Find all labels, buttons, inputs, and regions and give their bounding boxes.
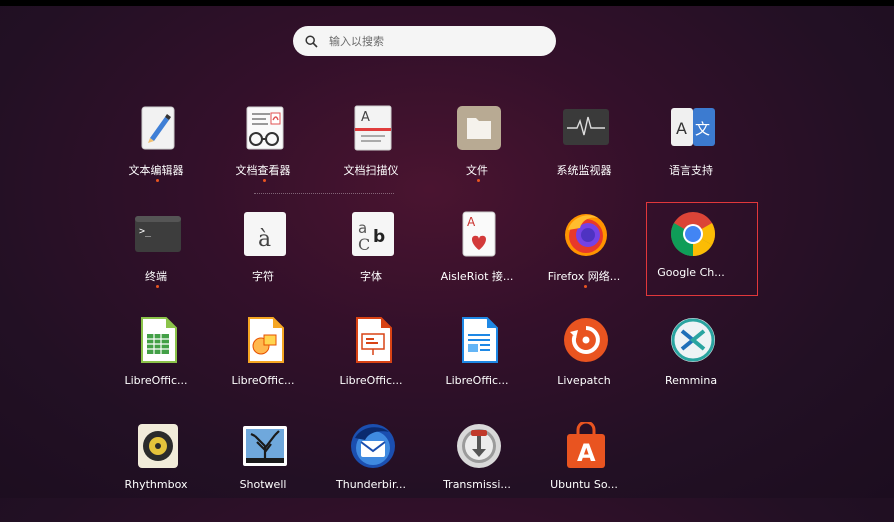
transmission-icon <box>457 424 501 468</box>
app-libreoffice-writer[interactable]: LibreOffic... <box>424 316 530 416</box>
app-label: Thunderbir... <box>336 478 406 491</box>
language-support-icon: A 文 <box>671 108 715 146</box>
app-label: 文档查看器 <box>235 164 291 177</box>
app-transmission[interactable]: Transmissi... <box>424 422 530 522</box>
libreoffice-calc-icon <box>141 317 177 363</box>
app-label: AisleRiot 接... <box>440 270 514 283</box>
characters-icon: à <box>244 212 286 256</box>
shotwell-icon <box>243 426 287 466</box>
app-label: Transmissi... <box>443 478 511 491</box>
app-label: 文件 <box>466 164 488 177</box>
running-indicator <box>477 179 480 182</box>
svg-text:b: b <box>373 227 385 247</box>
svg-text:文: 文 <box>695 120 710 138</box>
remmina-icon <box>671 318 715 362</box>
livepatch-icon <box>564 318 608 362</box>
app-libreoffice-impress[interactable]: LibreOffic... <box>318 316 424 416</box>
svg-text:C: C <box>358 235 370 254</box>
app-label: Google Ch... <box>657 266 725 279</box>
app-text-editor[interactable]: 文本编辑器 <box>103 104 209 204</box>
system-monitor-icon <box>563 109 609 145</box>
app-label: Shotwell <box>239 478 287 491</box>
app-label: 语言支持 <box>669 164 713 177</box>
app-language-support[interactable]: A 文 语言支持 <box>638 104 744 204</box>
running-indicator <box>156 179 159 182</box>
fonts-icon: a C b <box>352 212 394 256</box>
app-livepatch[interactable]: Livepatch <box>531 316 637 416</box>
libreoffice-draw-icon <box>248 317 284 363</box>
app-rhythmbox[interactable]: Rhythmbox <box>103 422 209 522</box>
app-firefox[interactable]: Firefox 网络... <box>531 210 637 310</box>
app-label: 字体 <box>360 270 382 283</box>
app-label: Rhythmbox <box>124 478 188 491</box>
app-label: Remmina <box>664 374 718 387</box>
svg-text:A: A <box>361 110 370 125</box>
app-label: Livepatch <box>557 374 611 387</box>
app-label: 终端 <box>145 270 167 283</box>
app-grid: 文本编辑器 文档查看器 A 文档扫描仪 文件 系统监视器 A 文 语言支持 >_… <box>0 0 894 498</box>
app-fonts[interactable]: a C b 字体 <box>318 210 424 310</box>
aisleriot-icon: A <box>462 211 496 257</box>
app-ubuntu-software[interactable]: A Ubuntu So... <box>531 422 637 522</box>
app-label: 系统监视器 <box>556 164 612 177</box>
app-label: LibreOffic... <box>445 374 509 387</box>
running-indicator <box>584 285 587 288</box>
app-google-chrome[interactable]: Google Ch... <box>638 210 744 310</box>
app-terminal[interactable]: >_ 终端 <box>103 210 209 310</box>
app-aisleriot[interactable]: A AisleRiot 接... <box>424 210 530 310</box>
svg-text:>_: >_ <box>139 226 152 237</box>
app-label: 文本编辑器 <box>128 164 184 177</box>
libreoffice-writer-icon <box>462 317 498 363</box>
files-icon <box>457 106 501 150</box>
svg-text:A: A <box>676 119 687 138</box>
app-label: 字符 <box>252 270 274 283</box>
app-document-scanner[interactable]: A 文档扫描仪 <box>318 104 424 204</box>
firefox-icon <box>565 214 607 256</box>
svg-text:A: A <box>467 215 476 229</box>
app-system-monitor[interactable]: 系统监视器 <box>531 104 637 204</box>
google-chrome-icon <box>671 212 715 256</box>
app-thunderbird[interactable]: Thunderbir... <box>318 422 424 522</box>
app-label: Ubuntu So... <box>550 478 618 491</box>
libreoffice-impress-icon <box>356 317 392 363</box>
document-viewer-icon <box>246 106 284 150</box>
thunderbird-icon <box>351 424 395 468</box>
app-label: Firefox 网络... <box>547 270 621 283</box>
svg-text:à: à <box>258 227 271 252</box>
running-indicator <box>156 285 159 288</box>
app-label: LibreOffic... <box>231 374 295 387</box>
app-document-viewer[interactable]: 文档查看器 <box>210 104 316 204</box>
terminal-icon: >_ <box>135 216 181 252</box>
app-libreoffice-calc[interactable]: LibreOffic... <box>103 316 209 416</box>
document-scanner-icon: A <box>354 105 392 151</box>
app-remmina[interactable]: Remmina <box>638 316 744 416</box>
app-characters[interactable]: à 字符 <box>210 210 316 310</box>
app-label: LibreOffic... <box>339 374 403 387</box>
app-libreoffice-draw[interactable]: LibreOffic... <box>210 316 316 416</box>
text-editor-icon <box>141 106 175 150</box>
app-shotwell[interactable]: Shotwell <box>210 422 316 522</box>
rhythmbox-icon <box>138 424 178 468</box>
svg-text:A: A <box>577 439 596 467</box>
app-label: 文档扫描仪 <box>343 164 399 177</box>
ubuntu-software-icon: A <box>567 422 605 468</box>
app-files[interactable]: 文件 <box>424 104 530 204</box>
app-label: LibreOffic... <box>124 374 188 387</box>
running-indicator <box>263 179 266 182</box>
